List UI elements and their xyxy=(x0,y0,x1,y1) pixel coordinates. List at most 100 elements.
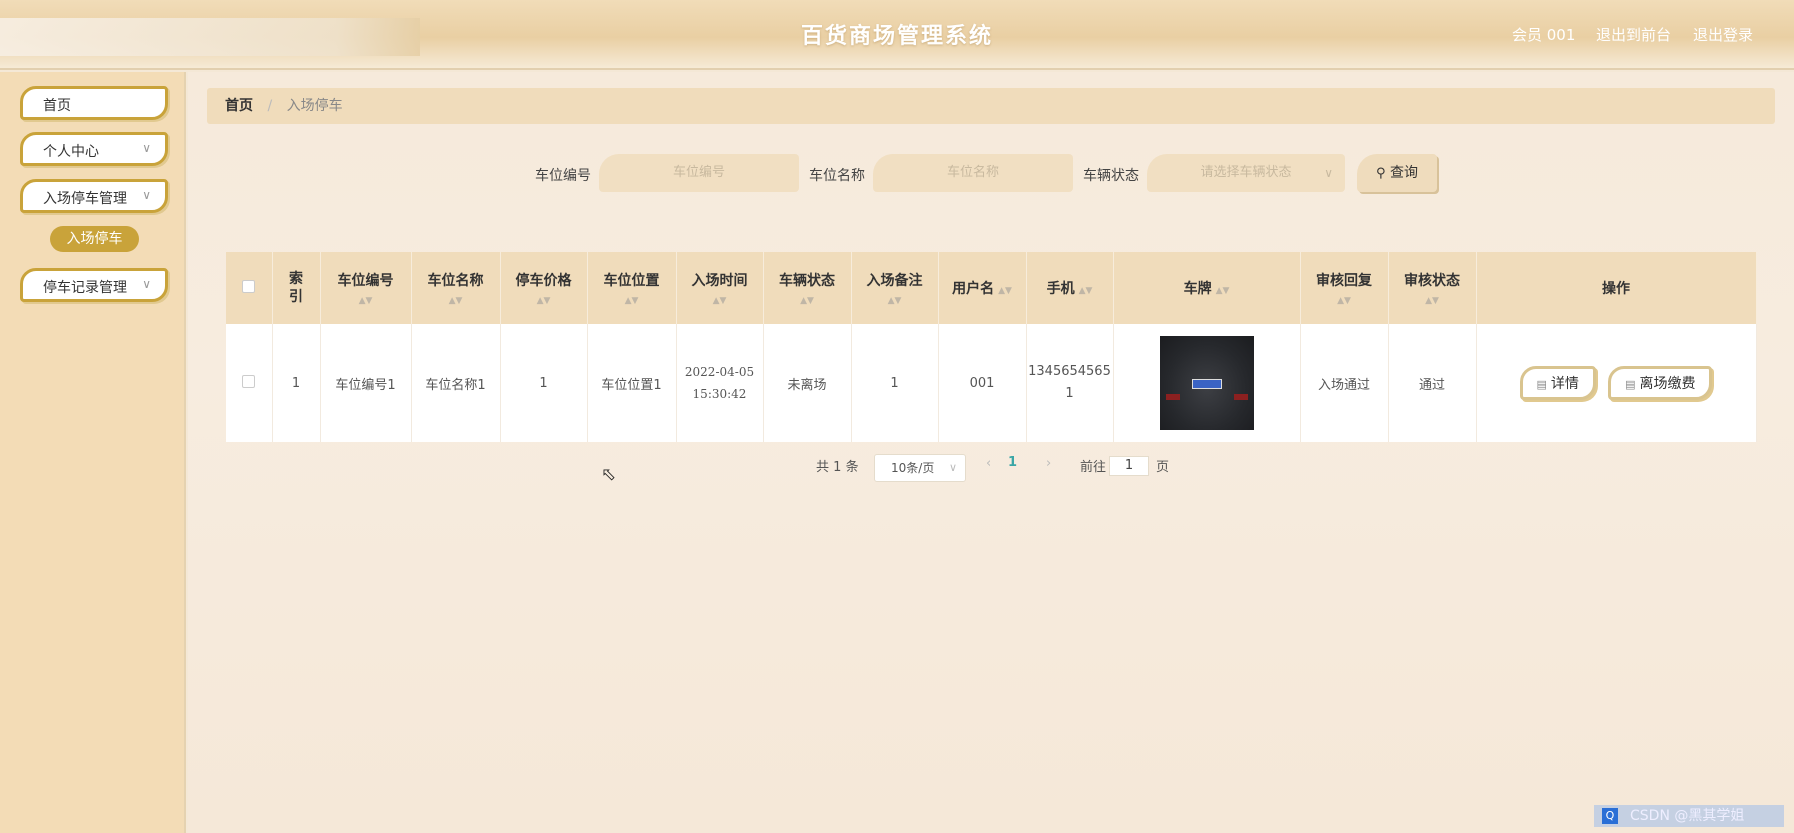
col-username[interactable]: 用户名 ▲▼ xyxy=(938,252,1027,324)
document-icon: ▤ xyxy=(1625,378,1636,391)
cell-audit-reply: 入场通过 xyxy=(1300,324,1389,442)
tail-light xyxy=(1165,394,1180,400)
main-content: 首页 / 入场停车 车位编号 车位编号 车位名称 车位名称 车辆状态 请选择车辆… xyxy=(188,72,1794,833)
goto-suffix: 页 xyxy=(1156,460,1170,475)
prev-page-icon[interactable]: ‹ xyxy=(986,456,991,471)
next-page-icon[interactable]: › xyxy=(1046,456,1051,471)
goto-label: 前往 xyxy=(1080,460,1107,475)
col-entry-time[interactable]: 入场时间 ▲▼ xyxy=(676,252,764,324)
search-icon: ⚲ xyxy=(1376,166,1386,181)
sort-icon[interactable]: ▲▼ xyxy=(677,296,763,306)
sidebar-item-parking-entry[interactable]: 入场停车管理 ∨ xyxy=(20,179,168,213)
sort-icon[interactable]: ▲▼ xyxy=(1389,296,1476,306)
cell-audit-status: 通过 xyxy=(1388,324,1477,442)
col-vehicle-status[interactable]: 车辆状态 ▲▼ xyxy=(763,252,852,324)
detail-button[interactable]: ▤ 详情 xyxy=(1519,366,1596,400)
sidebar-item-home[interactable]: 首页 xyxy=(20,86,168,120)
entry-date: 2022-04-05 xyxy=(684,365,755,379)
entry-clock: 15:30:42 xyxy=(692,387,747,401)
col-spot-name[interactable]: 车位名称 ▲▼ xyxy=(411,252,501,324)
cell-vehicle-status: 未离场 xyxy=(763,324,852,442)
cell-actions: ▤ 详情 ▤ 离场缴费 xyxy=(1476,324,1757,442)
table-row: 1 车位编号1 车位名称1 1 车位位置1 2022-04-05 15:30:4… xyxy=(226,324,1757,442)
spot-no-label: 车位编号 xyxy=(535,168,591,184)
pagination-total: 共 1 条 xyxy=(816,460,859,475)
col-spot-no[interactable]: 车位编号 ▲▼ xyxy=(320,252,412,324)
sidebar-item-label: 首页 xyxy=(43,98,71,114)
col-plate[interactable]: 车牌 ▲▼ xyxy=(1113,252,1301,324)
chevron-down-icon: ∨ xyxy=(142,141,151,155)
chevron-down-icon: ∨ xyxy=(948,461,957,474)
cell-location: 车位位置1 xyxy=(587,324,677,442)
sort-icon[interactable]: ▲▼ xyxy=(501,296,587,306)
col-audit-reply[interactable]: 审核回复 ▲▼ xyxy=(1300,252,1389,324)
spot-name-label: 车位名称 xyxy=(809,168,865,184)
chevron-down-icon: ∨ xyxy=(142,277,151,291)
select-all-cell[interactable] xyxy=(226,252,273,324)
search-button-label: 查询 xyxy=(1389,165,1418,181)
cell-entry-time: 2022-04-05 15:30:42 xyxy=(676,324,764,442)
col-index: 索引 xyxy=(272,252,321,324)
breadcrumb-separator: / xyxy=(267,98,273,114)
sort-icon[interactable]: ▲▼ xyxy=(764,296,851,306)
logout-link[interactable]: 退出登录 xyxy=(1693,24,1753,45)
spot-name-input[interactable]: 车位名称 xyxy=(873,154,1073,192)
col-location[interactable]: 车位位置 ▲▼ xyxy=(587,252,677,324)
sort-icon[interactable]: ▲▼ xyxy=(412,296,500,306)
search-button[interactable]: ⚲ 查询 xyxy=(1357,154,1437,192)
mouse-pointer-icon: ⬁ xyxy=(601,464,617,485)
sort-icon[interactable]: ▲▼ xyxy=(852,296,938,306)
table-header-row: 索引 车位编号 ▲▼ 车位名称 ▲▼ 停车价格 ▲▼ 车位位置 ▲▼ 入场时间 ▲▼ 车辆… xyxy=(226,252,1757,324)
phone-line-1: 1345654565 xyxy=(1028,364,1111,379)
vehicle-status-placeholder: 请选择车辆状态 xyxy=(1200,165,1292,180)
breadcrumb: 首页 / 入场停车 xyxy=(207,88,1775,124)
watermark: Q CSDN @黑其学姐 xyxy=(1594,805,1784,827)
plate-photo[interactable] xyxy=(1159,336,1254,430)
sort-icon[interactable]: ▲▼ xyxy=(588,296,676,306)
sidebar-item-label: 入场停车管理 xyxy=(43,191,127,207)
row-select-cell[interactable] xyxy=(226,324,273,442)
col-price[interactable]: 停车价格 ▲▼ xyxy=(500,252,588,324)
tail-light xyxy=(1233,394,1248,400)
current-page[interactable]: 1 xyxy=(1008,455,1017,470)
sidebar: 首页 个人中心 ∨ 入场停车管理 ∨ 入场停车 停车记录管理 ∨ xyxy=(0,72,186,833)
cell-index: 1 xyxy=(272,324,321,442)
col-actions: 操作 xyxy=(1476,252,1757,324)
vehicle-status-label: 车辆状态 xyxy=(1083,168,1139,184)
col-phone[interactable]: 手机 ▲▼ xyxy=(1026,252,1114,324)
goto-page-input[interactable]: 1 xyxy=(1109,456,1149,476)
sidebar-item-label: 个人中心 xyxy=(43,144,99,160)
chevron-down-icon: ∨ xyxy=(1324,166,1333,180)
cell-username: 001 xyxy=(938,324,1027,442)
sort-icon[interactable]: ▲▼ xyxy=(321,296,411,306)
phone-line-2: 1 xyxy=(1065,386,1074,401)
breadcrumb-current: 入场停车 xyxy=(286,98,343,114)
parking-table: 索引 车位编号 ▲▼ 车位名称 ▲▼ 停车价格 ▲▼ 车位位置 ▲▼ 入场时间 ▲▼ 车辆… xyxy=(226,252,1757,442)
sort-icon[interactable]: ▲▼ xyxy=(1301,296,1388,306)
col-entry-remark[interactable]: 入场备注 ▲▼ xyxy=(851,252,939,324)
cell-spot-name: 车位名称1 xyxy=(411,324,501,442)
breadcrumb-home[interactable]: 首页 xyxy=(225,98,253,114)
current-user: 会员 001 xyxy=(1512,26,1576,44)
sidebar-item-parking-records[interactable]: 停车记录管理 ∨ xyxy=(20,268,168,302)
vehicle-status-select[interactable]: 请选择车辆状态 ∨ xyxy=(1147,154,1345,192)
sidebar-item-label: 停车记录管理 xyxy=(43,280,127,296)
top-header: 百货商场管理系统 会员 001 退出到前台 退出登录 xyxy=(0,0,1794,70)
sort-icon[interactable]: ▲▼ xyxy=(1216,286,1230,296)
search-badge-icon: Q xyxy=(1602,808,1618,824)
exit-pay-button[interactable]: ▤ 离场缴费 xyxy=(1608,366,1713,400)
sort-icon[interactable]: ▲▼ xyxy=(1079,286,1093,296)
cell-phone: 1345654565 1 xyxy=(1026,324,1114,442)
col-audit-status[interactable]: 审核状态 ▲▼ xyxy=(1388,252,1477,324)
sort-icon[interactable]: ▲▼ xyxy=(998,286,1012,296)
spot-no-input[interactable]: 车位编号 xyxy=(599,154,799,192)
license-plate xyxy=(1191,379,1222,389)
page-size-select[interactable]: 10条/页 ∨ xyxy=(874,454,966,482)
cell-spot-no: 车位编号1 xyxy=(320,324,412,442)
sidebar-item-profile[interactable]: 个人中心 ∨ xyxy=(20,132,168,166)
document-icon: ▤ xyxy=(1536,378,1547,391)
row-checkbox[interactable] xyxy=(242,374,256,388)
sidebar-subitem-parking-entry[interactable]: 入场停车 xyxy=(50,226,139,252)
exit-to-front-link[interactable]: 退出到前台 xyxy=(1596,24,1671,45)
select-all-checkbox[interactable] xyxy=(242,279,256,293)
